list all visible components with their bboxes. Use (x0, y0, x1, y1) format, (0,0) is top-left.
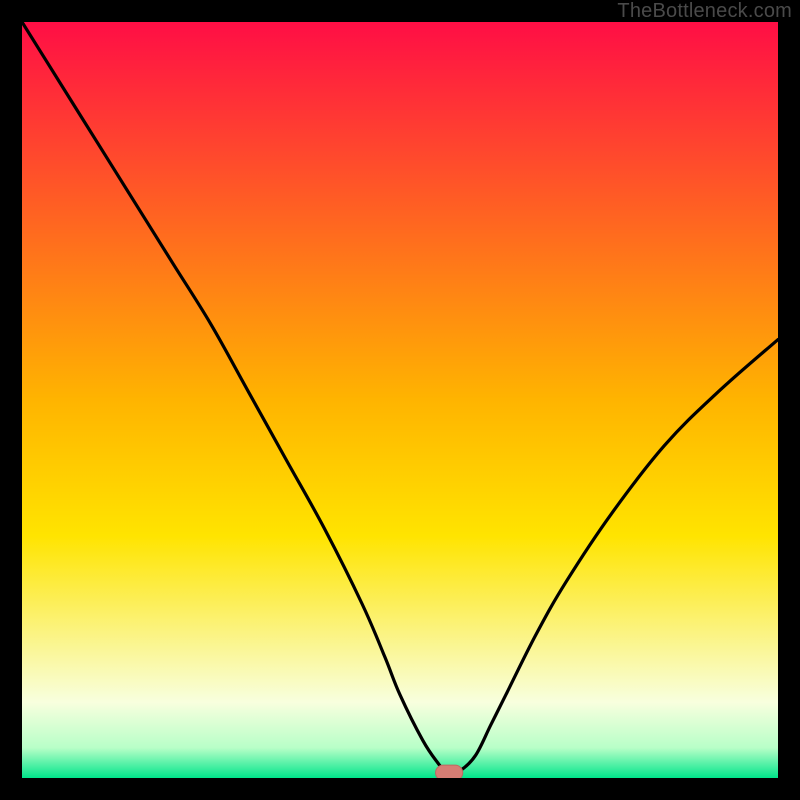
bottleneck-chart-svg (22, 22, 778, 778)
optimal-point-marker (436, 765, 463, 778)
plot-area (22, 22, 778, 778)
chart-frame: TheBottleneck.com (0, 0, 800, 800)
attribution-watermark: TheBottleneck.com (617, 0, 792, 23)
gradient-background (22, 22, 778, 778)
